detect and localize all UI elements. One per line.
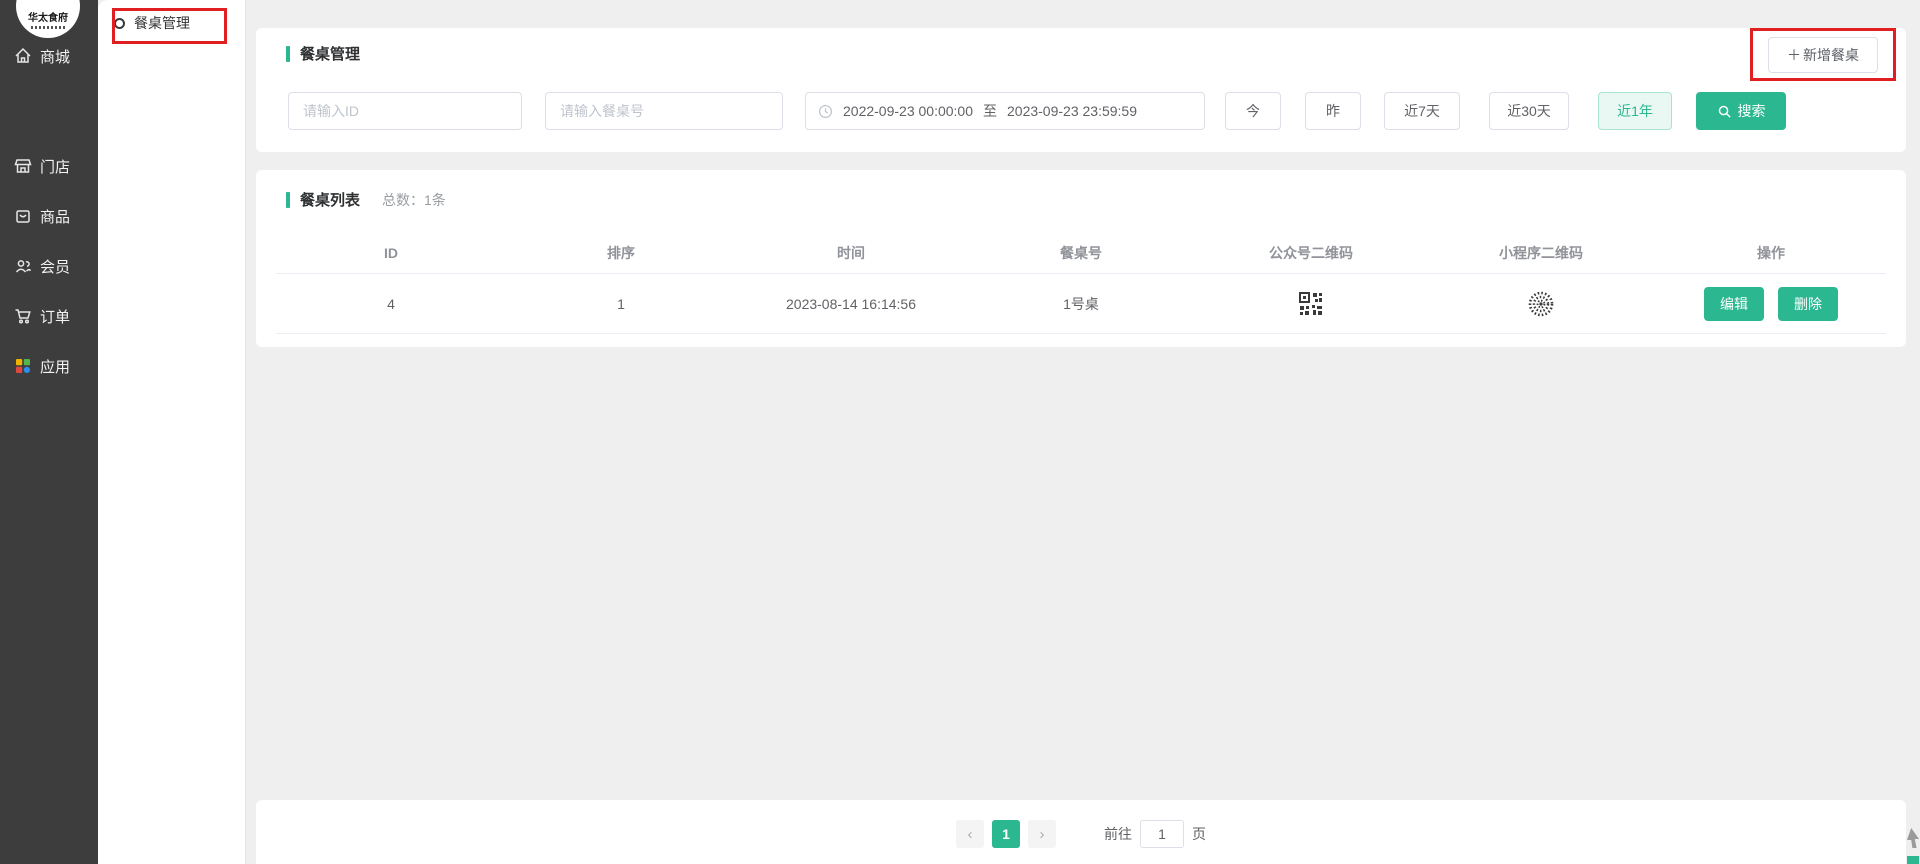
sidebar-item-orders[interactable]: 订单 [0, 300, 98, 332]
id-field-wrap [288, 92, 522, 130]
add-table-label: 新增餐桌 [1803, 45, 1859, 65]
list-section-head: 餐桌列表 总数：1条 [286, 189, 446, 210]
sidebar-item-label: 商城 [40, 46, 70, 67]
next-page-button[interactable]: › [1028, 820, 1056, 848]
page-unit-label: 页 [1192, 824, 1206, 844]
column-header-time: 时间 [736, 232, 966, 273]
table-no-field-wrap [545, 92, 783, 130]
column-header-sort: 排序 [506, 232, 736, 273]
clock-icon [818, 104, 833, 119]
goto-label: 前往 [1104, 824, 1132, 844]
table-card: 餐桌列表 总数：1条 ID 排序 时间 餐桌号 公众号二维码 小程序二维码 操作… [256, 170, 1906, 347]
column-header-official-qr: 公众号二维码 [1196, 232, 1426, 273]
members-icon [12, 255, 34, 277]
scrollbar[interactable] [1907, 828, 1919, 864]
goods-icon [12, 205, 34, 227]
app-logo[interactable]: 华太食府 [16, 0, 80, 38]
id-input[interactable] [288, 92, 522, 130]
column-header-table-no: 餐桌号 [966, 232, 1196, 273]
quick-range-yesterday-button[interactable]: 昨 [1305, 92, 1361, 130]
date-range-separator: 至 [983, 101, 997, 121]
plus-icon: ＋ [1787, 45, 1801, 65]
search-icon [1717, 104, 1732, 119]
cell-time: 2023-08-14 16:14:56 [736, 274, 966, 333]
pagination-card: ‹ 1 › 前往 页 [256, 800, 1906, 864]
submenu-panel: 餐桌管理 [98, 0, 246, 864]
column-header-id: ID [276, 232, 506, 273]
delete-button[interactable]: 删除 [1778, 287, 1838, 321]
edit-button[interactable]: 编辑 [1704, 287, 1764, 321]
filter-section-head: 餐桌管理 [286, 43, 360, 64]
total-count-label: 总数：1条 [382, 190, 446, 210]
search-button-label: 搜索 [1738, 101, 1766, 121]
sidebar-item-label: 订单 [40, 306, 70, 327]
list-title: 餐桌列表 [300, 189, 360, 210]
official-account-qr-icon[interactable] [1196, 274, 1426, 333]
sidebar: 华太食府 商城 门店 商品 会员 [0, 0, 98, 864]
filter-card: 餐桌管理 2022-09-23 00:00:00 至 2023-09-23 23… [256, 28, 1906, 152]
chevron-left-icon: ‹ [968, 826, 973, 843]
column-header-miniprogram-qr: 小程序二维码 [1426, 232, 1656, 273]
chevron-right-icon: › [1040, 826, 1045, 843]
miniprogram-qr-icon[interactable] [1426, 274, 1656, 333]
quick-range-30days-button[interactable]: 近30天 [1489, 92, 1569, 130]
sidebar-item-goods[interactable]: 商品 [0, 200, 98, 232]
sidebar-item-members[interactable]: 会员 [0, 250, 98, 282]
cell-id: 4 [276, 274, 506, 333]
cart-icon [12, 305, 34, 327]
sidebar-item-apps[interactable]: 应用 [0, 350, 98, 382]
scrollbar-thumb [1907, 856, 1919, 864]
logo-text: 华太食府 [28, 9, 68, 24]
add-table-button[interactable]: ＋ 新增餐桌 [1768, 37, 1878, 73]
column-header-actions: 操作 [1656, 232, 1886, 273]
sidebar-item-store[interactable]: 门店 [0, 150, 98, 182]
sidebar-item-label: 商品 [40, 206, 70, 227]
prev-page-button[interactable]: ‹ [956, 820, 984, 848]
submenu-item-table-management[interactable]: 餐桌管理 [114, 13, 190, 33]
table-row: 4 1 2023-08-14 16:14:56 1号桌 [276, 274, 1886, 334]
page-title: 餐桌管理 [300, 43, 360, 64]
cursor-icon [1907, 828, 1919, 848]
sidebar-item-mall[interactable]: 商城 [0, 40, 98, 72]
table-number-input[interactable] [545, 92, 783, 130]
sidebar-item-label: 会员 [40, 256, 70, 277]
table-header-row: ID 排序 时间 餐桌号 公众号二维码 小程序二维码 操作 [276, 232, 1886, 274]
date-end-value: 2023-09-23 23:59:59 [1007, 103, 1137, 119]
store-icon [12, 155, 34, 177]
apps-icon [12, 355, 34, 377]
quick-range-7days-button[interactable]: 近7天 [1384, 92, 1460, 130]
cell-actions: 编辑 删除 [1656, 274, 1886, 333]
sidebar-item-label: 应用 [40, 356, 70, 377]
pagination: ‹ 1 › 前往 页 [256, 820, 1906, 848]
sidebar-item-label: 门店 [40, 156, 70, 177]
quick-range-1year-button[interactable]: 近1年 [1598, 92, 1672, 130]
page: 华太食府 商城 门店 商品 会员 [0, 0, 1920, 864]
search-button[interactable]: 搜索 [1696, 92, 1786, 130]
section-accent-bar [286, 46, 290, 62]
date-range-picker[interactable]: 2022-09-23 00:00:00 至 2023-09-23 23:59:5… [805, 92, 1205, 130]
cell-sort: 1 [506, 274, 736, 333]
goto-page-input[interactable] [1140, 820, 1184, 848]
home-icon [12, 45, 34, 67]
goto-page-group: 前往 页 [1104, 820, 1206, 848]
section-accent-bar [286, 192, 290, 208]
quick-range-today-button[interactable]: 今 [1225, 92, 1281, 130]
page-number-button[interactable]: 1 [992, 820, 1020, 848]
circle-bullet-icon [114, 18, 125, 29]
submenu-item-label: 餐桌管理 [134, 13, 190, 33]
cell-table-no: 1号桌 [966, 274, 1196, 333]
date-start-value: 2022-09-23 00:00:00 [843, 103, 973, 119]
logo-subtext [31, 26, 65, 29]
